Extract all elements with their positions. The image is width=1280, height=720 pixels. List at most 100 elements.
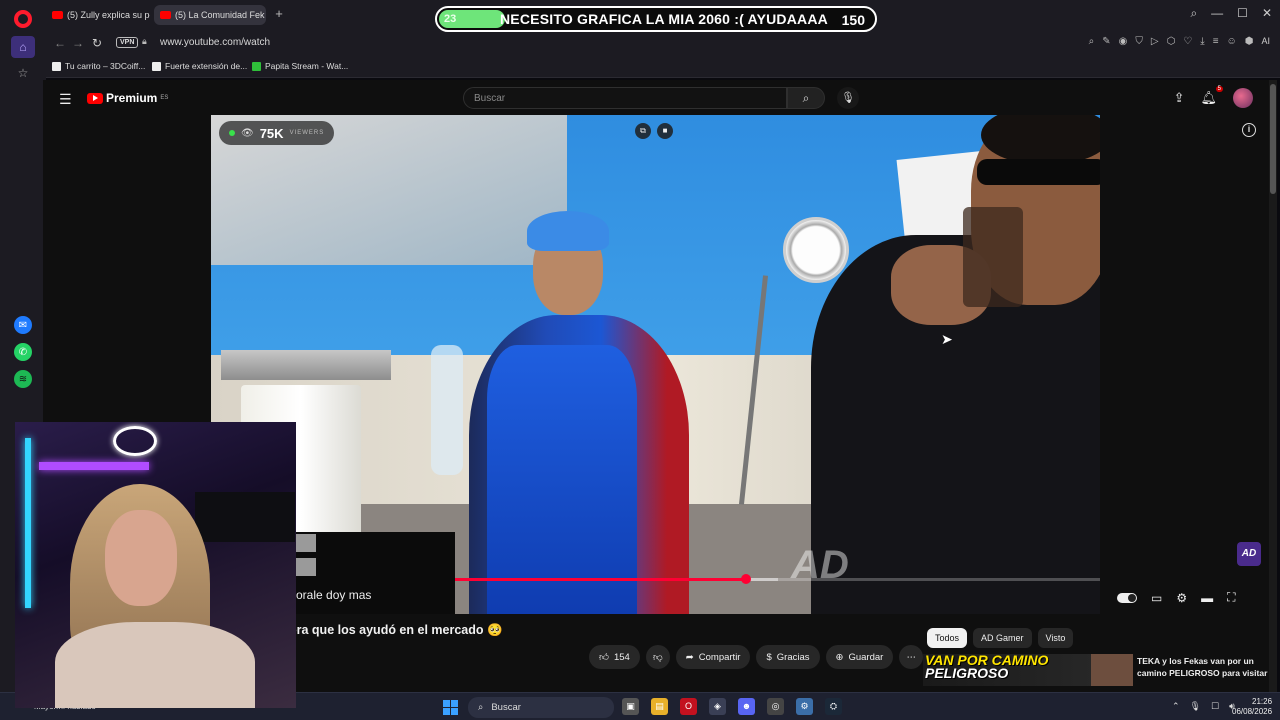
menu-icon[interactable]: ≡ xyxy=(1213,36,1219,47)
youtube-header: ☰ Premium ES Buscar ⌕ 🎙︎ ⇪ 🔔︎ 5 xyxy=(43,80,1273,116)
task-view-icon[interactable]: ▣ xyxy=(622,698,639,715)
thumbs-up-icon: 👍︎ xyxy=(599,652,609,663)
chip-ad-gamer[interactable]: AD Gamer xyxy=(973,628,1032,648)
hamburger-menu-icon[interactable]: ☰ xyxy=(59,91,72,108)
steam-icon[interactable]: ⛭ xyxy=(825,698,842,715)
tab-zully[interactable]: (5) Zully explica su pelea c xyxy=(46,5,150,25)
channel-watermark-logo[interactable]: AD xyxy=(1237,542,1261,566)
new-tab-button[interactable]: + xyxy=(272,7,286,21)
edit-icon[interactable]: ✎ xyxy=(1102,36,1110,47)
chip-todos[interactable]: Todos xyxy=(927,628,968,648)
subtitles-icon[interactable]: ▭ xyxy=(1151,591,1162,605)
bookmark-extension[interactable]: Fuerte extensión de... xyxy=(152,61,247,71)
voice-search-button[interactable]: 🎙︎ xyxy=(837,87,859,109)
planet-neon-icon xyxy=(113,426,157,456)
thanks-icon: $ xyxy=(766,651,772,663)
page-scrollbar[interactable] xyxy=(1269,80,1277,692)
avatar[interactable] xyxy=(1233,88,1253,108)
vpn-badge[interactable]: VPN xyxy=(116,37,139,48)
aria-ai-button[interactable]: AI xyxy=(1261,36,1270,47)
save-icon: ⊕ xyxy=(835,651,844,663)
app-icon[interactable]: ◈ xyxy=(709,698,726,715)
cube-icon[interactable]: ⬡ xyxy=(1167,36,1176,47)
recommended-thumbnail[interactable]: VAN POR CAMINO PELIGROSO xyxy=(923,654,1133,686)
search-icon: ⌕ xyxy=(478,702,484,713)
tab-label: (5) Zully explica su pelea c xyxy=(67,10,150,20)
download-icon[interactable]: ⤓ xyxy=(1200,36,1204,47)
microphone-tray-icon[interactable]: 🎙︎ xyxy=(1190,701,1201,712)
back-icon[interactable]: ← xyxy=(54,36,66,50)
player-controls-right: ▭ ⚙ ▬ ⛶ xyxy=(1117,590,1236,605)
play-icon[interactable]: ▷ xyxy=(1151,36,1159,47)
copy-icon[interactable]: ⧉ xyxy=(635,123,651,139)
network-icon[interactable]: ☐ xyxy=(1211,701,1219,712)
system-clock[interactable]: 21:26 06/08/2026 xyxy=(1232,697,1272,717)
settings-app-icon[interactable]: ⚙ xyxy=(796,698,813,715)
messenger-icon[interactable]: ✉ xyxy=(14,316,32,334)
thanks-button[interactable]: $ Gracias xyxy=(756,645,820,669)
bookmark-papita[interactable]: Papita Stream - Wat... xyxy=(252,61,348,71)
upload-icon[interactable]: ⇪ xyxy=(1174,90,1185,106)
like-button[interactable]: 👍︎ 154 xyxy=(589,645,640,669)
maximize-icon[interactable]: ☐ xyxy=(1237,6,1248,21)
youtube-logo[interactable]: Premium ES xyxy=(87,91,168,105)
mouse-cursor-icon: ➤ xyxy=(941,331,953,347)
recommended-title[interactable]: TEKA y los Fekas van por un camino PELIG… xyxy=(1137,655,1277,679)
profile-icon[interactable]: ☺ xyxy=(1227,36,1237,47)
windows-start-icon[interactable] xyxy=(443,700,458,715)
discord-icon[interactable]: ☻ xyxy=(738,698,755,715)
info-icon[interactable]: i xyxy=(1242,123,1256,137)
tab-comunidad[interactable]: (5) La Comunidad Fek ✕ xyxy=(154,5,266,25)
theater-mode-icon[interactable]: ▬ xyxy=(1201,591,1213,605)
extension-icons: ⌕ ✎ ◉ ⛉ ▷ ⬡ ♡ ⤓ ≡ ☺ ⬢ AI xyxy=(1089,36,1270,47)
autoplay-toggle[interactable] xyxy=(1117,592,1137,603)
live-dot-icon xyxy=(229,130,235,136)
bookmark-star-icon[interactable]: ☆ xyxy=(14,64,32,82)
spotify-icon[interactable]: ≋ xyxy=(14,370,32,388)
thumbnail-face xyxy=(1091,654,1133,686)
file-explorer-icon[interactable]: ▤ xyxy=(651,698,668,715)
minimize-icon[interactable]: — xyxy=(1211,6,1223,21)
forward-icon[interactable]: → xyxy=(72,36,84,50)
close-window-icon[interactable]: ✕ xyxy=(1262,6,1272,21)
chevron-up-icon[interactable]: ⌃ xyxy=(1172,701,1180,712)
bookmark-carrito[interactable]: Tu carrito – 3DCoiff... xyxy=(52,61,145,71)
camera-icon[interactable]: ◉ xyxy=(1119,36,1128,47)
taskbar-search[interactable]: ⌕ Buscar xyxy=(468,697,614,718)
url-field[interactable]: www.youtube.com/watch xyxy=(160,37,270,48)
scene-sunglasses xyxy=(977,159,1100,185)
zoom-icon[interactable]: ⌕ xyxy=(1089,36,1095,47)
reload-icon[interactable]: ↻ xyxy=(92,36,102,50)
tab-search-icon[interactable]: ⌕ xyxy=(1190,6,1197,21)
obs-icon[interactable]: ◎ xyxy=(767,698,784,715)
viewer-count: 75K xyxy=(259,125,284,141)
lock-icon[interactable]: 🔒︎ xyxy=(142,36,147,47)
fullscreen-icon[interactable]: ⛶ xyxy=(1227,590,1235,605)
share-button[interactable]: ➦ Compartir xyxy=(675,645,751,669)
ai-label: AI xyxy=(1261,36,1270,46)
chip-visto[interactable]: Visto xyxy=(1037,628,1074,648)
heart-icon[interactable]: ♡ xyxy=(1183,36,1192,47)
search-button[interactable]: ⌕ xyxy=(787,87,825,109)
more-actions-button[interactable]: ⋯ xyxy=(899,645,924,669)
scrollbar-thumb[interactable] xyxy=(1270,84,1276,194)
alert-message: NECESITO GRAFICA LA MIA 2060 :( AYUDAAAA xyxy=(500,11,828,27)
dislike-button[interactable]: 👎︎ xyxy=(645,645,670,669)
notifications-bell-icon[interactable]: 🔔︎ 5 xyxy=(1200,86,1223,106)
extensions-icon[interactable]: ⬢ xyxy=(1245,36,1254,47)
screen: ⌂ ☆ ✉ ✆ ≋ (5) Zully explica su pelea c (… xyxy=(0,0,1280,720)
search-input[interactable]: Buscar xyxy=(463,87,787,109)
shield-icon[interactable]: ⛉ xyxy=(1135,36,1143,47)
opera-gx-icon[interactable]: O xyxy=(680,698,697,715)
camera-record-icon[interactable]: ■ xyxy=(657,123,673,139)
bookmarks-bar: Tu carrito – 3DCoiff... Fuerte extensión… xyxy=(46,56,1280,78)
settings-gear-icon[interactable]: ⚙ xyxy=(1176,591,1187,605)
bookmark-label: Tu carrito – 3DCoiff... xyxy=(65,61,146,71)
save-button[interactable]: ⊕ Guardar xyxy=(825,645,894,669)
alert-count: 23 xyxy=(444,13,457,25)
opera-logo-icon[interactable] xyxy=(14,10,32,28)
taskbar-apps: ▣ ▤ O ◈ ☻ ◎ ⚙ ⛭ xyxy=(622,698,842,715)
whatsapp-icon[interactable]: ✆ xyxy=(14,343,32,361)
webcam-shelf xyxy=(195,492,295,542)
home-icon[interactable]: ⌂ xyxy=(11,36,35,58)
